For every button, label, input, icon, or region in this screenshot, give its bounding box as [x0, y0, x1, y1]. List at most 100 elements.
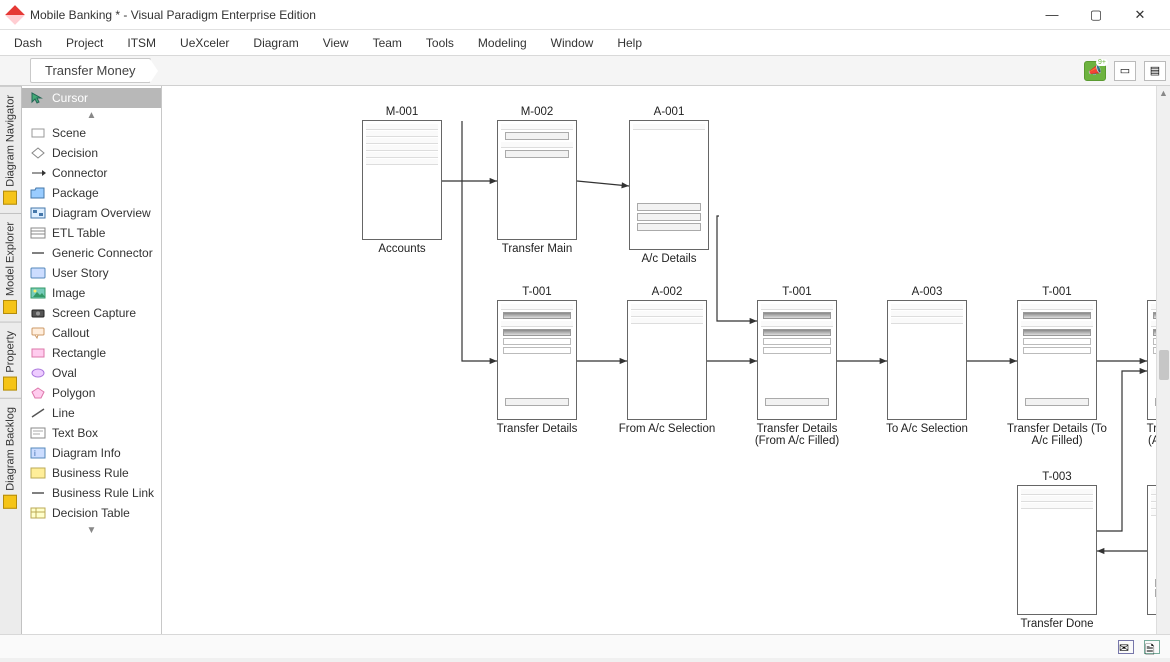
notifications-icon[interactable]: 📣 [1084, 61, 1106, 81]
side-tab-property[interactable]: Property [0, 322, 21, 399]
minimize-button[interactable]: — [1030, 0, 1074, 30]
wireframe-node-a-001[interactable]: A-001A/c Details [619, 106, 719, 265]
wireframe-node-t-001b[interactable]: T-001Transfer Details (From A/c Filled) [747, 286, 847, 447]
node-id: M-002 [487, 106, 587, 118]
node-id: T-001 [487, 286, 587, 298]
menu-modeling[interactable]: Modeling [478, 36, 527, 50]
business-rule-icon [30, 467, 46, 479]
palette-collapse-up[interactable]: ▲ [22, 108, 161, 123]
palette-item-business-rule[interactable]: Business Rule [22, 463, 161, 483]
toolbar: Transfer Money 📣 ▭ ▤ [0, 56, 1170, 86]
menu-diagram[interactable]: Diagram [253, 36, 298, 50]
palette-item-decision[interactable]: Decision [22, 143, 161, 163]
palette-item-scene[interactable]: Scene [22, 123, 161, 143]
wireframe-node-t-001c[interactable]: T-001Transfer Details (To A/c Filled) [1007, 286, 1107, 447]
node-id: T-001 [747, 286, 847, 298]
menu-window[interactable]: Window [551, 36, 594, 50]
side-tab-diagram-backlog[interactable]: Diagram Backlog [0, 398, 21, 517]
menu-itsm[interactable]: ITSM [127, 36, 156, 50]
palette-item-screen-capture[interactable]: Screen Capture [22, 303, 161, 323]
line-icon [30, 407, 46, 419]
palette-item-user-story[interactable]: User Story [22, 263, 161, 283]
close-button[interactable]: ✕ [1118, 0, 1162, 30]
wireframe-node-m-002[interactable]: M-002 Transfer Main [487, 106, 587, 255]
palette-item-text-box[interactable]: Text Box [22, 423, 161, 443]
statusbar: ✉ 🗎 [0, 634, 1170, 658]
palette-item-business-rule-link[interactable]: Business Rule Link [22, 483, 161, 503]
wireframe-mockup[interactable] [497, 120, 577, 240]
palette-item-connector[interactable]: Connector [22, 163, 161, 183]
node-label: Transfer Details (To A/c Filled) [1007, 423, 1107, 447]
palette-item-generic-connector[interactable]: Generic Connector [22, 243, 161, 263]
menu-tools[interactable]: Tools [426, 36, 454, 50]
node-label: Accounts [352, 243, 452, 255]
node-id: M-001 [352, 106, 452, 118]
scroll-up-icon[interactable]: ▲ [1157, 86, 1170, 100]
decision-table-icon [30, 507, 46, 519]
node-id: A-002 [617, 286, 717, 298]
window-titlebar: Mobile Banking * - Visual Paradigm Enter… [0, 0, 1170, 30]
wireframe-mockup[interactable] [1017, 485, 1097, 615]
node-label: Transfer Main [487, 243, 587, 255]
screen-capture-icon [30, 307, 46, 319]
node-label: Transfer Details [487, 423, 587, 435]
wireframe-mockup[interactable] [629, 120, 709, 250]
node-label: To A/c Selection [877, 423, 977, 435]
wireframe-mockup[interactable] [497, 300, 577, 420]
wireframe-mockup[interactable] [362, 120, 442, 240]
wireframe-mockup[interactable] [1017, 300, 1097, 420]
palette-item-diagram-overview[interactable]: Diagram Overview [22, 203, 161, 223]
menu-team[interactable]: Team [373, 36, 402, 50]
text-box-icon [30, 427, 46, 439]
menubar: Dash Project ITSM UeXceler Diagram View … [0, 30, 1170, 56]
node-label: A/c Details [619, 253, 719, 265]
connector-icon [30, 167, 46, 179]
palette-item-callout[interactable]: Callout [22, 323, 161, 343]
menu-dash[interactable]: Dash [14, 36, 42, 50]
palette-item-line[interactable]: Line [22, 403, 161, 423]
menu-view[interactable]: View [323, 36, 349, 50]
tool-palette: Cursor▲SceneDecisionConnectorPackageDiag… [22, 86, 162, 658]
side-tab-diagram-navigator[interactable]: Diagram Navigator [0, 86, 21, 213]
menu-uexceler[interactable]: UeXceler [180, 36, 229, 50]
palette-item-polygon[interactable]: Polygon [22, 383, 161, 403]
layers-icon[interactable]: ▤ [1144, 61, 1166, 81]
node-id: T-003 [1007, 471, 1107, 483]
wireframe-node-t-003[interactable]: T-003 Transfer Done [1007, 471, 1107, 630]
palette-item-etl-table[interactable]: ETL Table [22, 223, 161, 243]
diagram-overview-icon [30, 207, 46, 219]
menu-project[interactable]: Project [66, 36, 103, 50]
wireframe-mockup[interactable] [757, 300, 837, 420]
mail-icon[interactable]: ✉ [1118, 640, 1134, 654]
wireframe-node-a-002[interactable]: A-002From A/c Selection [617, 286, 717, 435]
svg-text:i: i [34, 449, 36, 458]
diagram-canvas[interactable]: M-001 Accounts M-002 Transfer Main A-001A/c … [162, 86, 1170, 658]
wireframe-mockup[interactable] [887, 300, 967, 420]
palette-collapse-down[interactable]: ▼ [22, 523, 161, 538]
side-tab-model-explorer[interactable]: Model Explorer [0, 213, 21, 322]
palette-item-cursor[interactable]: Cursor [22, 88, 161, 108]
node-id: A-003 [877, 286, 977, 298]
palette-item-rectangle[interactable]: Rectangle [22, 343, 161, 363]
diagram-info-icon: i [30, 447, 46, 459]
maximize-button[interactable]: ▢ [1074, 0, 1118, 30]
node-label: Transfer Done [1007, 618, 1107, 630]
decision-icon [30, 147, 46, 159]
note-icon[interactable]: 🗎 [1144, 640, 1160, 654]
layout-icon[interactable]: ▭ [1114, 61, 1136, 81]
palette-item-diagram-info[interactable]: iDiagram Info [22, 443, 161, 463]
wireframe-node-t-001[interactable]: T-001 Transfer Details [487, 286, 587, 435]
vertical-scrollbar[interactable]: ▲ ▼ [1156, 86, 1170, 644]
menu-help[interactable]: Help [617, 36, 642, 50]
generic-connector-icon [30, 247, 46, 259]
user-story-icon [30, 267, 46, 279]
palette-item-image[interactable]: Image [22, 283, 161, 303]
wireframe-mockup[interactable] [627, 300, 707, 420]
palette-item-decision-table[interactable]: Decision Table [22, 503, 161, 523]
wireframe-node-m-001[interactable]: M-001 Accounts [352, 106, 452, 255]
window-controls: — ▢ ✕ [1030, 0, 1162, 30]
wireframe-node-a-003[interactable]: A-003 To A/c Selection [877, 286, 977, 435]
palette-item-package[interactable]: Package [22, 183, 161, 203]
breadcrumb-diagram-name[interactable]: Transfer Money [30, 58, 151, 83]
palette-item-oval[interactable]: Oval [22, 363, 161, 383]
